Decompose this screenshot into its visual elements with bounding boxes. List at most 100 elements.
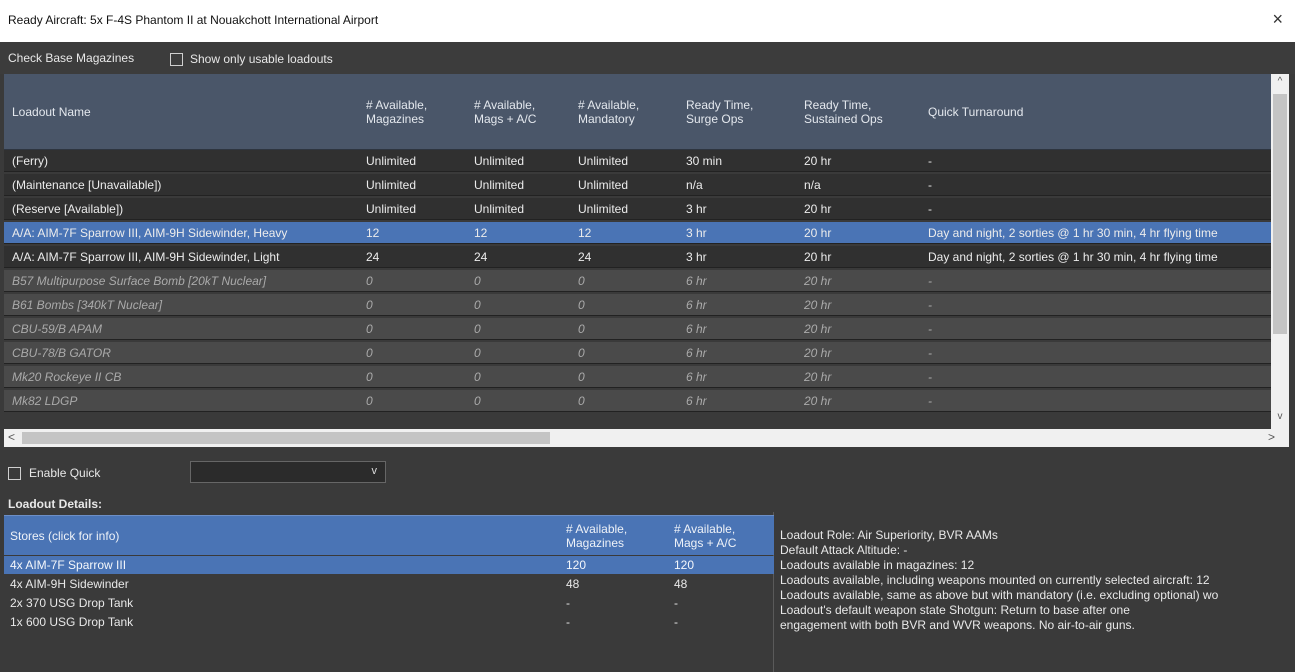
- show-usable-loadouts-label: Show only usable loadouts: [190, 52, 333, 66]
- quick-turnaround-cell: -: [928, 178, 932, 192]
- scroll-down-icon[interactable]: v: [1271, 411, 1289, 427]
- column-header-available-mags-ac[interactable]: # Available, Mags + A/C: [474, 74, 544, 150]
- ready-time-sustained-cell: 20 hr: [804, 298, 832, 312]
- close-icon[interactable]: ×: [1272, 10, 1283, 28]
- grid-header: Loadout Name # Available, Magazines # Av…: [4, 74, 1271, 150]
- info-line: Default Attack Altitude: -: [780, 543, 908, 557]
- store-row[interactable]: 2x 370 USG Drop Tank - -: [4, 594, 774, 612]
- ready-time-sustained-cell: n/a: [804, 178, 821, 192]
- store-name-cell: 1x 600 USG Drop Tank: [10, 615, 134, 629]
- quick-turnaround-cell: -: [928, 346, 932, 360]
- enable-quick-toggle[interactable]: Enable Quick: [8, 466, 100, 480]
- store-magazines-cell: 120: [566, 558, 587, 572]
- ready-time-surge-cell: 3 hr: [686, 202, 707, 216]
- ready-time-sustained-cell: 20 hr: [804, 346, 832, 360]
- store-name-cell: 4x AIM-9H Sidewinder: [10, 577, 129, 591]
- table-row[interactable]: (Ferry) Unlimited Unlimited Unlimited 30 min…: [4, 150, 1271, 172]
- scroll-right-icon[interactable]: >: [1268, 430, 1275, 444]
- loadout-name-cell: CBU-59/B APAM: [12, 322, 103, 336]
- info-line: Loadouts available in magazines: 12: [780, 558, 975, 572]
- ready-time-sustained-cell: 20 hr: [804, 250, 832, 264]
- available-mags-ac-cell: 0: [474, 346, 481, 360]
- available-magazines-cell: 0: [366, 298, 373, 312]
- chevron-down-icon[interactable]: v: [372, 465, 378, 477]
- table-row[interactable]: (Reserve [Available]) Unlimited Unlimited U…: [4, 198, 1271, 220]
- column-header-quick-turnaround[interactable]: Quick Turnaround: [928, 74, 1228, 150]
- ready-time-sustained-cell: 20 hr: [804, 394, 832, 408]
- table-row[interactable]: A/A: AIM-7F Sparrow III, AIM-9H Sidewind…: [4, 222, 1271, 244]
- table-row[interactable]: Mk82 LDGP 0 0 0 6 hr 20 hr -: [4, 390, 1271, 412]
- ready-time-sustained-cell: 20 hr: [804, 322, 832, 336]
- available-mandatory-cell: 0: [578, 394, 585, 408]
- quick-turnaround-dropdown[interactable]: v: [190, 461, 386, 483]
- ready-time-sustained-cell: 20 hr: [804, 226, 832, 240]
- store-magazines-cell: -: [566, 615, 570, 629]
- store-row[interactable]: 4x AIM-7F Sparrow III 120 120: [4, 556, 774, 574]
- available-mags-ac-cell: 0: [474, 322, 481, 336]
- info-line: Loadout Role: Air Superiority, BVR AAMs: [780, 528, 998, 542]
- store-name-cell: 2x 370 USG Drop Tank: [10, 596, 134, 610]
- enable-quick-checkbox[interactable]: [8, 466, 21, 480]
- column-header-ready-time-surge[interactable]: Ready Time, Surge Ops: [686, 74, 776, 150]
- loadout-name-cell: B61 Bombs [340kT Nuclear]: [12, 298, 163, 312]
- horizontal-scroll-thumb[interactable]: [22, 432, 550, 444]
- grid-horizontal-scrollbar[interactable]: < >: [4, 429, 1289, 447]
- info-line: engagement with both BVR and WVR weapons…: [780, 618, 1135, 632]
- ready-time-surge-cell: 6 hr: [686, 322, 707, 336]
- column-header-ready-time-sustained[interactable]: Ready Time, Sustained Ops: [804, 74, 884, 150]
- vertical-scroll-thumb[interactable]: [1273, 94, 1287, 334]
- available-mags-ac-cell: 0: [474, 274, 481, 288]
- available-mandatory-cell: 24: [578, 250, 592, 264]
- table-row[interactable]: (Maintenance [Unavailable]) Unlimited Unli…: [4, 174, 1271, 196]
- store-name-cell: 4x AIM-7F Sparrow III: [10, 558, 127, 572]
- table-row[interactable]: B57 Multipurpose Surface Bomb [20kT Nucl…: [4, 270, 1271, 292]
- store-row[interactable]: 1x 600 USG Drop Tank - -: [4, 613, 774, 631]
- column-header-stores-magazines[interactable]: # Available, Magazines: [566, 516, 658, 556]
- ready-time-sustained-cell: 20 hr: [804, 202, 832, 216]
- loadout-info-panel: Loadout Role: Air Superiority, BVR AAMs D…: [780, 528, 1290, 648]
- table-row[interactable]: Mk20 Rockeye II CB 0 0 0 6 hr 20 hr -: [4, 366, 1271, 388]
- loadout-name-cell: Mk20 Rockeye II CB: [12, 370, 122, 384]
- table-row[interactable]: CBU-78/B GATOR 0 0 0 6 hr 20 hr -: [4, 342, 1271, 364]
- check-base-magazines-button[interactable]: Check Base Magazines: [8, 51, 134, 65]
- grid-vertical-scrollbar[interactable]: ^ v: [1271, 74, 1289, 429]
- store-mags-ac-cell: 48: [674, 577, 688, 591]
- column-header-stores-mags-ac[interactable]: # Available, Mags + A/C: [674, 516, 766, 556]
- column-header-available-mandatory[interactable]: # Available, Mandatory: [578, 74, 658, 150]
- scroll-left-icon[interactable]: <: [8, 430, 15, 444]
- table-row[interactable]: A/A: AIM-7F Sparrow III, AIM-9H Sidewind…: [4, 246, 1271, 268]
- available-magazines-cell: 0: [366, 394, 373, 408]
- show-usable-loadouts-checkbox[interactable]: [170, 52, 183, 66]
- loadout-name-cell: (Maintenance [Unavailable]): [12, 178, 162, 192]
- loadout-name-cell: (Ferry): [12, 154, 48, 168]
- ready-time-surge-cell: 30 min: [686, 154, 723, 168]
- window-titlebar: Ready Aircraft: 5x F-4S Phantom II at No…: [0, 0, 1295, 42]
- ready-time-surge-cell: 6 hr: [686, 394, 707, 408]
- loadout-name-cell: Mk82 LDGP: [12, 394, 78, 408]
- info-line: Loadouts available, including weapons mo…: [780, 573, 1210, 587]
- available-mandatory-cell: Unlimited: [578, 178, 629, 192]
- loadout-grid: Loadout Name # Available, Magazines # Av…: [4, 74, 1271, 429]
- info-body: Loadout Role: Air Superiority, BVR AAMs D…: [780, 528, 1290, 633]
- quick-turnaround-cell: Day and night, 2 sorties @ 1 hr 30 min, …: [928, 250, 1218, 264]
- ready-time-surge-cell: 6 hr: [686, 274, 707, 288]
- available-magazines-cell: Unlimited: [366, 202, 417, 216]
- available-magazines-cell: 24: [366, 250, 380, 264]
- loadout-name-cell: A/A: AIM-7F Sparrow III, AIM-9H Sidewind…: [12, 226, 288, 240]
- toolbar: Check Base Magazines Show only usable lo…: [0, 42, 1295, 74]
- store-row[interactable]: 4x AIM-9H Sidewinder 48 48: [4, 575, 774, 593]
- quick-turnaround-cell: -: [928, 322, 932, 336]
- column-header-stores[interactable]: Stores (click for info): [10, 516, 310, 556]
- available-magazines-cell: 0: [366, 346, 373, 360]
- available-mandatory-cell: 12: [578, 226, 592, 240]
- scroll-up-icon[interactable]: ^: [1271, 76, 1289, 92]
- column-header-available-magazines[interactable]: # Available, Magazines: [366, 74, 438, 150]
- available-mandatory-cell: 0: [578, 346, 585, 360]
- available-mandatory-cell: 0: [578, 298, 585, 312]
- show-usable-loadouts-toggle[interactable]: Show only usable loadouts: [170, 52, 333, 66]
- column-header-loadout-name[interactable]: Loadout Name: [12, 74, 352, 150]
- available-mandatory-cell: 0: [578, 370, 585, 384]
- table-row[interactable]: CBU-59/B APAM 0 0 0 6 hr 20 hr -: [4, 318, 1271, 340]
- table-row[interactable]: B61 Bombs [340kT Nuclear] 0 0 0 6 hr 20 hr -: [4, 294, 1271, 316]
- info-line: Loadout's default weapon state Shotgun: …: [780, 603, 1130, 617]
